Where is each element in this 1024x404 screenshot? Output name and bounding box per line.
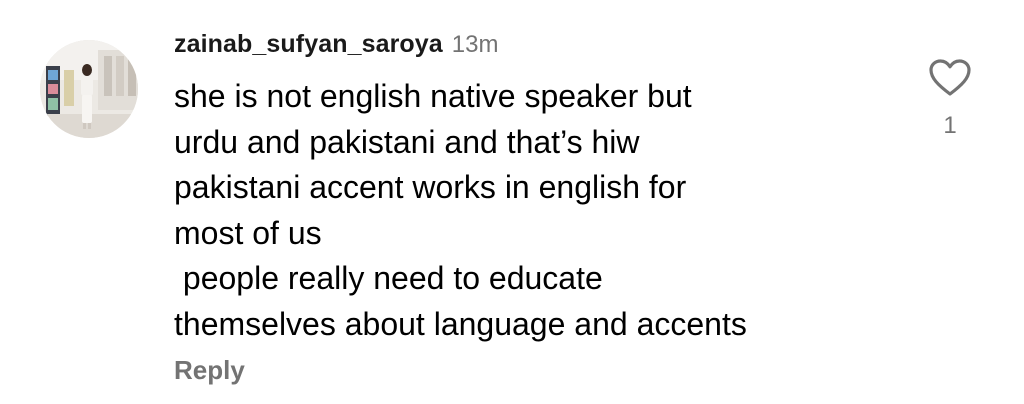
comment-text-line: she is not english native speaker but — [174, 78, 692, 114]
comment-text-line: pakistani accent works in english for — [174, 169, 687, 205]
comment-text-line: people really need to educate — [174, 260, 603, 296]
comment-header: zainab_sufyan_saroya 13m — [174, 30, 894, 68]
avatar[interactable] — [40, 40, 138, 138]
comment-item: zainab_sufyan_saroya 13m she is not engl… — [0, 0, 1024, 404]
like-button[interactable] — [928, 58, 972, 98]
avatar-image — [40, 40, 138, 138]
comment-text-line: urdu and pakistani and that’s hiw — [174, 123, 640, 160]
comment-body: zainab_sufyan_saroya 13m she is not engl… — [174, 30, 894, 386]
like-count: 1 — [943, 112, 957, 139]
timestamp: 13m — [451, 31, 499, 58]
username-link[interactable]: zainab_sufyan_saroya — [174, 30, 443, 59]
like-area: 1 — [924, 58, 976, 140]
reply-button[interactable]: Reply — [174, 355, 245, 386]
heart-outline-icon — [929, 59, 971, 96]
comment-text-line: themselves about language and accents — [174, 305, 747, 342]
comment-text: she is not english native speaker but urd… — [174, 74, 894, 347]
comment-text-line: most of us — [174, 214, 322, 251]
